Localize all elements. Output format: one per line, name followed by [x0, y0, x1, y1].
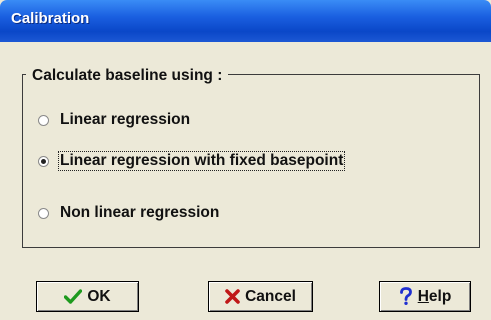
- x-icon: [225, 289, 240, 304]
- radio-button-selected-icon[interactable]: [38, 155, 49, 167]
- ok-label: OK: [87, 287, 111, 305]
- title-bar[interactable]: Calibration: [0, 0, 491, 42]
- checkmark-icon: [64, 289, 83, 304]
- ok-button[interactable]: OK: [36, 281, 139, 312]
- radio-label: Linear regression: [60, 111, 191, 128]
- help-label-rest: elp: [428, 287, 452, 305]
- window-title: Calibration: [11, 10, 90, 27]
- cancel-label: Cancel: [245, 287, 296, 305]
- radio-button-icon[interactable]: [38, 207, 49, 219]
- radio-label: Linear regression with fixed basepoint: [58, 151, 346, 171]
- cancel-button[interactable]: Cancel: [208, 281, 313, 312]
- radio-label: Non linear regression: [60, 204, 220, 221]
- question-mark-icon: [399, 287, 413, 306]
- help-button[interactable]: Help: [379, 281, 471, 312]
- radio-non-linear-regression[interactable]: Non linear regression: [38, 202, 221, 224]
- help-mnemonic: H: [417, 287, 429, 305]
- group-legend: Calculate baseline using :: [26, 67, 229, 85]
- radio-linear-regression[interactable]: Linear regression: [38, 109, 192, 131]
- radio-button-icon[interactable]: [38, 114, 49, 126]
- help-label: Help: [418, 288, 452, 306]
- radio-linear-regression-fixed-basepoint[interactable]: Linear regression with fixed basepoint: [38, 150, 346, 172]
